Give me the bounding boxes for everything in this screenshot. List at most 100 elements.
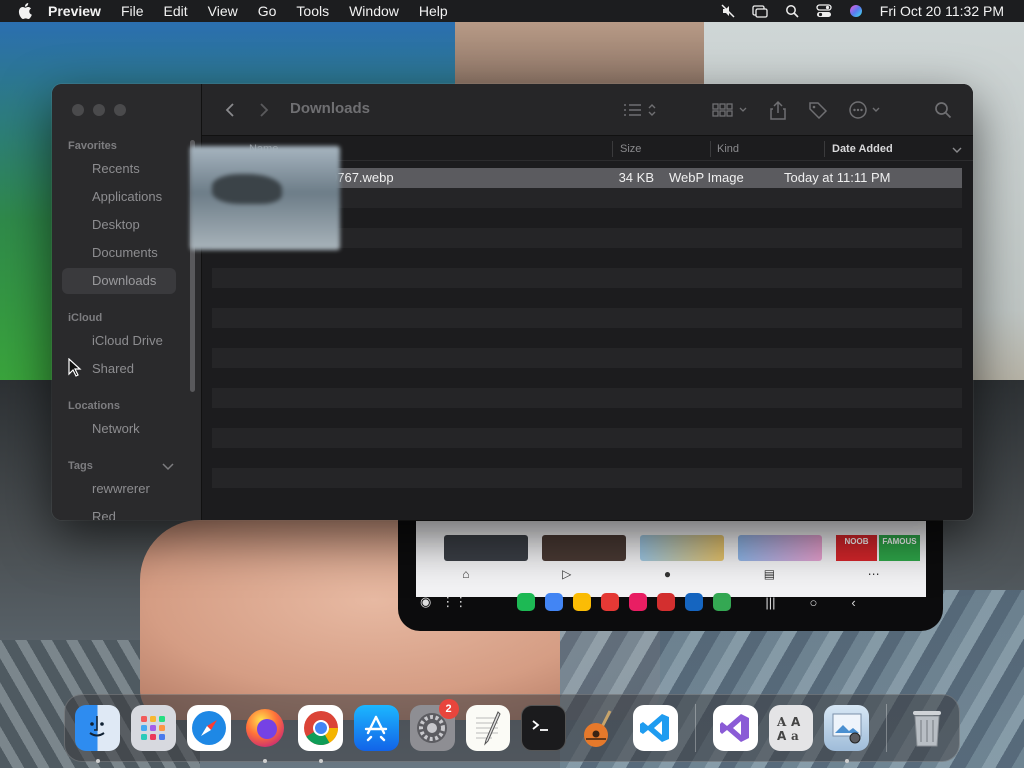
- menu-file[interactable]: File: [121, 3, 144, 19]
- dock-vscode-icon[interactable]: [633, 705, 678, 751]
- menu-tools[interactable]: Tools: [296, 3, 329, 19]
- phone-play-icon: ▷: [562, 567, 572, 581]
- list-row-empty: [212, 428, 962, 448]
- dock-divider: [694, 704, 696, 752]
- menu-go[interactable]: Go: [258, 3, 277, 19]
- phone-home-button-icon: ○: [809, 594, 818, 610]
- svg-text:A: A: [776, 715, 787, 729]
- list-row-empty: [212, 368, 962, 388]
- list-row-empty: [212, 348, 962, 368]
- minimize-window-button[interactable]: [93, 104, 105, 116]
- more-actions-icon[interactable]: [848, 100, 886, 120]
- column-divider[interactable]: [612, 141, 613, 157]
- search-icon[interactable]: [934, 100, 952, 120]
- menu-edit[interactable]: Edit: [164, 3, 188, 19]
- phone-thumb: [738, 535, 822, 561]
- dock-launchpad-icon[interactable]: [130, 705, 176, 751]
- dock-trash-icon[interactable]: [904, 705, 949, 751]
- sidebar-item-network[interactable]: Network: [62, 416, 176, 442]
- dock-divider: [886, 704, 888, 752]
- phone-dot-icon: ◉: [420, 594, 432, 609]
- dock-firefox-icon[interactable]: [242, 705, 287, 763]
- phone-screen: NOOB FAMOUS ⌂ ▷ ● ▤ ⋯: [416, 521, 926, 597]
- menu-help[interactable]: Help: [419, 3, 448, 19]
- spotlight-search-icon[interactable]: [784, 4, 800, 18]
- sidebar-section-locations: Locations: [68, 400, 120, 412]
- dock-app-store-icon[interactable]: [353, 705, 399, 751]
- menubar-clock[interactable]: Fri Oct 20 11:32 PM: [880, 3, 1004, 19]
- screen-mirroring-icon[interactable]: [752, 4, 768, 18]
- running-indicator: [96, 759, 100, 763]
- phone-avatar-icon: ●: [663, 567, 672, 581]
- siri-icon[interactable]: [848, 4, 864, 18]
- dock-system-settings-icon[interactable]: 2: [409, 699, 459, 751]
- back-chevron-icon[interactable]: [224, 100, 236, 120]
- list-row-empty: [212, 408, 962, 428]
- apple-menu-icon[interactable]: [18, 3, 34, 19]
- sidebar-section-favorites: Favorites: [68, 140, 117, 152]
- menu-window[interactable]: Window: [349, 3, 399, 19]
- phone-thumb: [640, 535, 724, 561]
- list-row-empty: [212, 268, 962, 288]
- tags-chevron-down-icon[interactable]: [162, 458, 174, 471]
- wallpaper-phone: NOOB FAMOUS ⌂ ▷ ● ▤ ⋯ ◉ ⋮⋮ ||| ○ ‹: [398, 515, 943, 631]
- file-kind: WebP Image: [669, 170, 744, 185]
- finder-sidebar: Favorites Recents Applications Desktop D…: [52, 84, 202, 520]
- sidebar-item-recents[interactable]: Recents: [62, 156, 176, 182]
- close-window-button[interactable]: [72, 104, 84, 116]
- dock-font-book-icon[interactable]: AAAa: [768, 705, 814, 751]
- menu-bar: Preview File Edit View Go Tools Window H…: [0, 0, 1024, 22]
- sidebar-item-applications[interactable]: Applications: [62, 184, 176, 210]
- phone-thumb-famous-label: FAMOUS: [879, 535, 920, 561]
- menu-view[interactable]: View: [208, 3, 238, 19]
- phone-app-icon: [573, 593, 592, 611]
- column-date-added[interactable]: Date Added: [832, 143, 893, 155]
- phone-thumb: [542, 535, 626, 561]
- zoom-window-button[interactable]: [114, 104, 126, 116]
- sidebar-item-icloud-drive[interactable]: iCloud Drive: [62, 328, 176, 354]
- phone-app-icon: [713, 593, 732, 611]
- column-divider[interactable]: [710, 141, 711, 157]
- file-size: 34 KB: [618, 170, 654, 185]
- dock-garageband-icon[interactable]: [577, 705, 622, 751]
- file-date-added: Today at 11:11 PM: [784, 170, 891, 185]
- column-kind[interactable]: Kind: [717, 143, 739, 155]
- phone-app-icon: [629, 593, 648, 611]
- sidebar-section-icloud: iCloud: [68, 312, 103, 324]
- phone-back-icon: ‹: [851, 594, 856, 610]
- group-view-icon[interactable]: [712, 100, 750, 120]
- phone-tab-bar: ⌂ ▷ ● ▤ ⋯: [416, 567, 926, 581]
- phone-app-icon: [685, 593, 704, 611]
- sidebar-item-tag-rewwrerer[interactable]: rewwrerer: [62, 476, 176, 502]
- app-name-menu[interactable]: Preview: [48, 3, 101, 19]
- tag-icon[interactable]: [808, 100, 828, 120]
- finder-toolbar: Downloads: [202, 84, 973, 136]
- dock-chrome-icon[interactable]: [298, 705, 343, 763]
- sidebar-item-downloads[interactable]: Downloads: [62, 268, 176, 294]
- control-center-icon[interactable]: [816, 4, 832, 18]
- column-divider[interactable]: [824, 141, 825, 157]
- column-size[interactable]: Size: [620, 143, 641, 155]
- wallpaper-webcam-face: [455, 22, 715, 92]
- sidebar-item-desktop[interactable]: Desktop: [62, 212, 176, 238]
- list-row-empty: [212, 468, 962, 488]
- share-icon[interactable]: [770, 100, 786, 120]
- list-view-icon[interactable]: [622, 100, 658, 120]
- phone-more-icon: ⋯: [867, 567, 880, 581]
- dock-preview-icon[interactable]: [824, 705, 870, 763]
- forward-chevron-icon[interactable]: [258, 100, 270, 120]
- sidebar-section-tags: Tags: [68, 460, 93, 472]
- dock-textedit-icon[interactable]: [465, 705, 511, 751]
- phone-library-icon: ▤: [763, 567, 776, 581]
- mute-icon[interactable]: [720, 4, 736, 18]
- dock-safari-icon[interactable]: [186, 705, 232, 751]
- dock-terminal-icon[interactable]: [521, 705, 567, 751]
- dock-visual-studio-icon[interactable]: [712, 705, 758, 751]
- sort-chevron-down-icon[interactable]: [952, 145, 962, 157]
- list-row-empty: [212, 248, 962, 268]
- dock-finder-icon[interactable]: [75, 705, 120, 763]
- finder-window: Favorites Recents Applications Desktop D…: [52, 84, 973, 520]
- sidebar-item-documents[interactable]: Documents: [62, 240, 176, 266]
- phone-nav-bar: ◉ ⋮⋮ ||| ○ ‹: [420, 593, 920, 611]
- sidebar-item-tag-red[interactable]: Red: [62, 504, 176, 520]
